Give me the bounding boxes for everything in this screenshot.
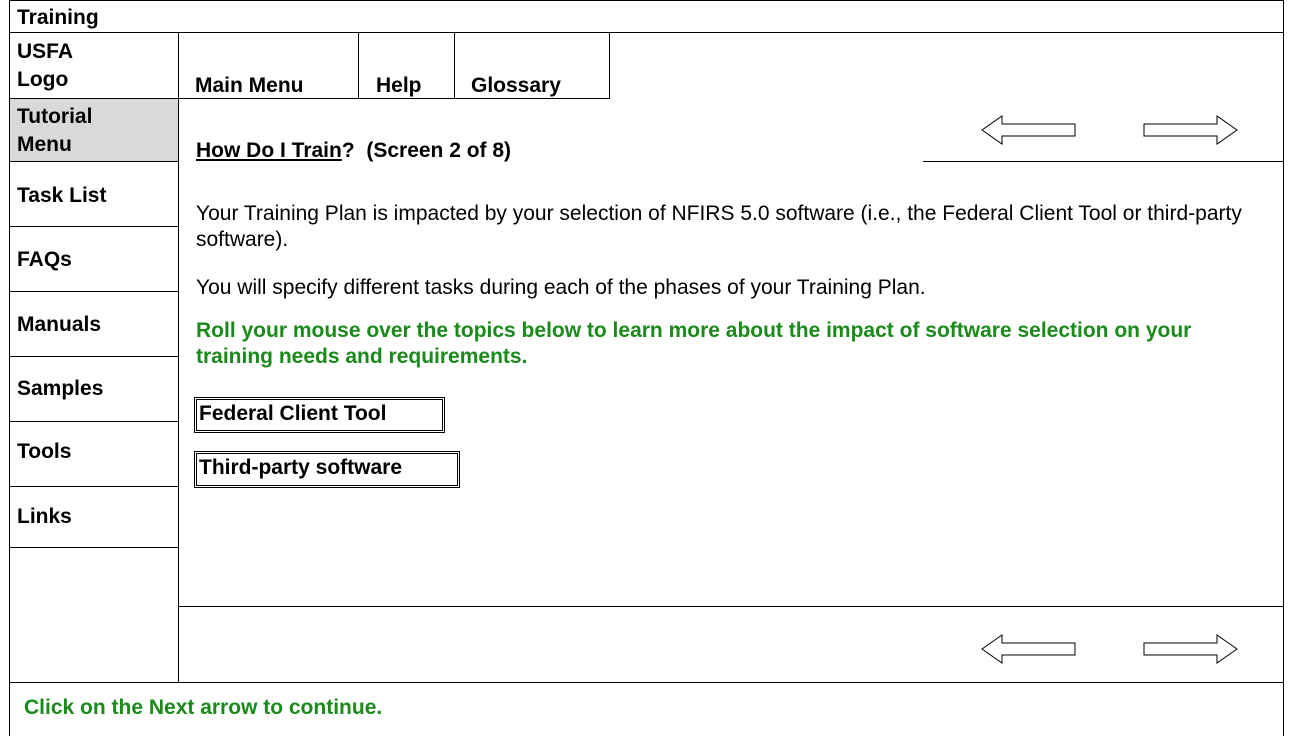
main-menu-link[interactable]: Main Menu	[195, 74, 304, 98]
outer-border-right	[1283, 0, 1284, 736]
usfa-logo[interactable]: USFA Logo	[17, 40, 73, 92]
right-arrow-icon	[1143, 634, 1238, 664]
sidebar-item-label: Links	[17, 505, 72, 528]
logo-line1: USFA	[17, 40, 74, 63]
federal-client-tool-topic[interactable]: Federal Client Tool	[194, 397, 445, 433]
sidebar-item-tools[interactable]: Tools	[10, 422, 178, 487]
page-title-rest: ? (Screen 2 of 8)	[341, 139, 512, 162]
glossary-link[interactable]: Glossary	[471, 74, 561, 98]
sidebar-item-tutorial-menu[interactable]: Tutorial Menu	[10, 99, 178, 162]
tutorial-menu-line1: Tutorial	[17, 105, 93, 128]
footer-divider	[9, 682, 1284, 683]
app-title: Training	[17, 6, 99, 29]
page-title: How Do I Train? (Screen 2 of 8)	[196, 139, 511, 163]
sidebar-item-faqs[interactable]: FAQs	[10, 227, 178, 292]
nav-divider-1	[358, 32, 359, 98]
title-underline-right	[923, 161, 1284, 162]
rollover-instruction: Roll your mouse over the topics below to…	[196, 319, 1192, 368]
nav-divider-2	[454, 32, 455, 98]
prev-arrow-top[interactable]	[980, 112, 1084, 148]
footer-instruction: Click on the Next arrow to continue.	[24, 696, 383, 719]
how-do-i-train-link[interactable]: How Do I Train	[196, 139, 342, 162]
intro-paragraph: Your Training Plan is impacted by your s…	[196, 202, 1242, 251]
sidebar-item-label: Samples	[17, 377, 104, 400]
tasks-paragraph: You will specify different tasks during …	[196, 276, 926, 299]
sidebar-item-manuals[interactable]: Manuals	[10, 292, 178, 357]
help-link[interactable]: Help	[376, 74, 422, 98]
tutorial-menu-line2: Menu	[17, 133, 72, 156]
sidebar-item-label: Task List	[17, 184, 107, 207]
content-bottom-divider	[178, 606, 1284, 607]
sidebar-item-task-list[interactable]: Task List	[10, 162, 178, 227]
next-arrow-bottom[interactable]	[1135, 631, 1239, 667]
sidebar-item-samples[interactable]: Samples	[10, 357, 178, 422]
nav-divider-3	[609, 32, 610, 98]
third-party-software-topic[interactable]: Third-party software	[194, 451, 460, 488]
left-arrow-icon	[981, 115, 1076, 145]
sidebar-item-label: Tools	[17, 440, 72, 463]
logo-line2: Logo	[17, 68, 69, 91]
right-arrow-icon	[1143, 115, 1238, 145]
sidebar-item-label: Manuals	[17, 313, 102, 336]
header-divider	[9, 32, 1284, 33]
sidebar-item-label: FAQs	[17, 248, 72, 271]
outer-border-top	[9, 0, 1284, 1]
left-arrow-icon	[981, 634, 1076, 664]
prev-arrow-bottom[interactable]	[980, 631, 1084, 667]
sidebar-item-links[interactable]: Links	[10, 487, 178, 548]
next-arrow-top[interactable]	[1135, 112, 1239, 148]
sidebar-divider	[178, 32, 179, 682]
